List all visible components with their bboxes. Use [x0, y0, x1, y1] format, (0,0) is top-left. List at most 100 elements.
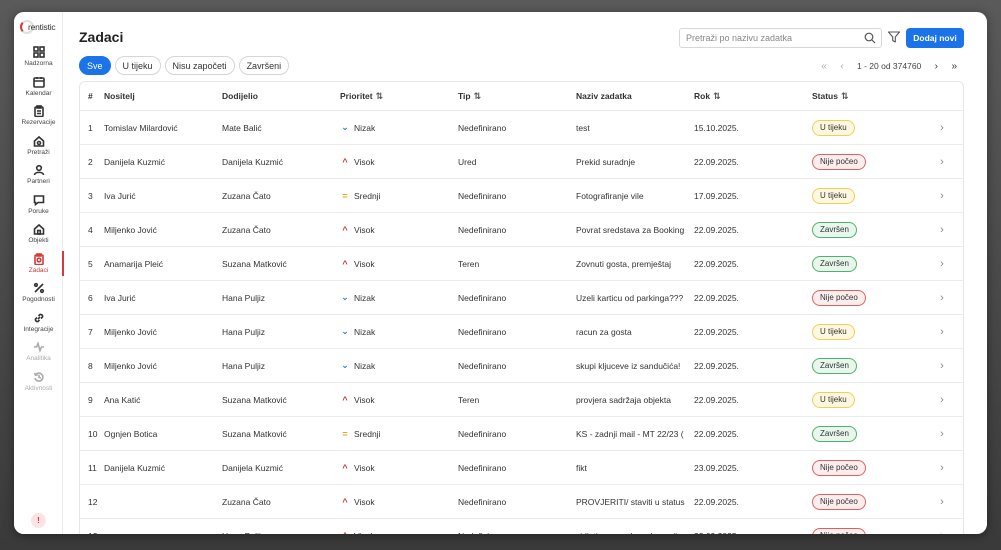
search-icon[interactable]: [864, 32, 876, 44]
status-badge: Nije počeo: [812, 493, 866, 510]
cell-status: Završen: [812, 425, 922, 442]
cell-tip: Nedefinirano: [458, 531, 576, 535]
cell-prioritet: ^ Visok: [340, 259, 458, 269]
cell-status: Završen: [812, 357, 922, 374]
table-row[interactable]: 4 Miljenko Jović Zuzana Čato ^ Visok Nedefini…: [80, 213, 963, 247]
chevron-right-icon[interactable]: ›: [922, 156, 962, 168]
col-header-rok[interactable]: Rok ⇅: [694, 91, 812, 102]
last-page-icon[interactable]: »: [945, 60, 963, 72]
task-name: PROVJERITI/ staviti u status: [576, 496, 685, 507]
task-name: Zovnuti gosta, premještaj: [576, 258, 671, 269]
activity-icon: [33, 341, 44, 354]
sidebar-item-pogodnosti[interactable]: Pogodnosti: [14, 278, 63, 308]
table-row[interactable]: 8 Miljenko Jović Hana Puljiz ⌄ Nizak Nedefini…: [80, 349, 963, 383]
table-row[interactable]: 5 Anamarija Pleić Suzana Matković ^ Visok Ter…: [80, 247, 963, 281]
pagination-text: 1 - 20 od 374760: [857, 61, 922, 71]
next-page-icon[interactable]: ›: [927, 60, 945, 72]
table-row[interactable]: 2 Danijela Kuzmić Danijela Kuzmić ^ Visok Ure…: [80, 145, 963, 179]
table-row[interactable]: 13 Hana Puljiz^ Visok Nedefiniranovidjeti s…: [80, 519, 963, 534]
sidebar-item-zadaci[interactable]: Zadaci: [14, 249, 64, 279]
task-name: racun za gosta: [576, 326, 632, 337]
cell-naziv: Uzeli karticu od parkinga???: [576, 293, 694, 303]
table-row[interactable]: 10 Ognjen Botica Suzana Matković = Srednji Ne…: [80, 417, 963, 451]
tab-3[interactable]: Završeni: [238, 56, 290, 75]
logo[interactable]: rentistic: [20, 16, 56, 38]
cell-tip: Nedefinirano: [458, 224, 507, 235]
table-row[interactable]: 6 Iva Jurić Hana Puljiz ⌄ Nizak Nedefinirano U…: [80, 281, 963, 315]
sort-icon[interactable]: ⇅: [376, 91, 384, 102]
table-row[interactable]: 12 Zuzana Čato ^ Visok Nedefinirano PROVJERIT…: [80, 485, 963, 519]
chevron-right-icon[interactable]: ›: [922, 292, 962, 304]
device-frame: rentistic Nadzorna Kalendar Rezervacije Pre…: [0, 0, 1001, 550]
chevron-right-icon[interactable]: ›: [922, 224, 962, 236]
sidebar-item-label: Objekti: [28, 237, 49, 245]
chevron-right-icon[interactable]: ›: [922, 394, 962, 406]
cell-tip: Nedefinirano: [458, 292, 507, 303]
priority-label: Visok: [354, 258, 375, 269]
priority-label: Visok: [354, 156, 375, 167]
cell-nositelj: Miljenko Jović: [104, 224, 157, 235]
tab-0[interactable]: Sve: [79, 56, 111, 75]
sidebar-item-nadzorna[interactable]: Nadzorna: [14, 42, 63, 72]
sidebar-item-rezervacije[interactable]: Rezervacije: [14, 101, 63, 131]
add-new-button[interactable]: Dodaj novi: [906, 28, 964, 48]
chevron-right-icon[interactable]: ›: [922, 496, 962, 508]
chevron-right-icon[interactable]: ›: [922, 258, 962, 270]
sidebar-item-poruke[interactable]: Poruke: [14, 190, 63, 220]
chevron-right-icon[interactable]: ›: [922, 428, 962, 440]
tab-1[interactable]: U tijeku: [114, 56, 161, 75]
prev-page-icon[interactable]: ‹: [833, 60, 851, 72]
cell-tip: Teren: [458, 394, 480, 405]
table-row[interactable]: 7 Miljenko Jović Hana Puljiz ⌄ Nizak Nedefini…: [80, 315, 963, 349]
cell-num: 8: [88, 360, 93, 371]
cell-prioritet: ^ Visok: [340, 157, 458, 167]
col-header-status[interactable]: Status ⇅: [812, 91, 922, 102]
col-header-prioritet[interactable]: Prioritet ⇅: [340, 91, 458, 102]
cell-prioritet: ⌄ Nizak: [340, 122, 458, 133]
col-header-tip[interactable]: Tip ⇅: [458, 91, 576, 102]
sidebar-item-aktivnosti[interactable]: Aktivnosti: [14, 367, 63, 397]
status-badge: U tijeku: [812, 119, 855, 136]
chevron-right-icon[interactable]: ›: [922, 122, 962, 134]
cell-prioritet: ⌄ Nizak: [340, 326, 458, 337]
tasks-table: # Nositelj Dodijelio Prioritet ⇅ Tip ⇅ Naz…: [79, 81, 964, 534]
status-tabs: Sve U tijeku Nisu započeti Završeni: [79, 56, 290, 75]
status-badge: Nije počeo: [812, 153, 866, 170]
table-row[interactable]: 9 Ana Katić Suzana Matković ^ Visok Teren prov…: [80, 383, 963, 417]
cell-nositelj: Miljenko Jović: [104, 360, 157, 371]
table-row[interactable]: 1 Tomislav Milardović Mate Balić ⌄ Nizak Nede…: [80, 111, 963, 145]
alert-icon[interactable]: !: [31, 513, 46, 528]
chevron-right-icon[interactable]: ›: [922, 360, 962, 372]
chevron-right-icon[interactable]: ›: [922, 190, 962, 202]
sort-icon[interactable]: ⇅: [474, 91, 482, 102]
sidebar-item-integracije[interactable]: Integracije: [14, 308, 63, 338]
sort-icon[interactable]: ⇅: [713, 91, 721, 102]
cell-num: 3: [88, 190, 93, 201]
priority-low-icon: ⌄: [341, 326, 349, 336]
filter-icon[interactable]: [887, 30, 901, 44]
sidebar-item-kalendar[interactable]: Kalendar: [14, 72, 63, 102]
chevron-right-icon[interactable]: ›: [922, 326, 962, 338]
cell-tip: Nedefinirano: [458, 190, 507, 201]
sort-icon[interactable]: ⇅: [841, 91, 849, 102]
priority-high-icon: ^: [342, 462, 348, 473]
users-icon: [33, 165, 44, 176]
sidebar-item-objekti[interactable]: Objekti: [14, 219, 63, 249]
cell-rok: 17.09.2025.: [694, 190, 739, 201]
priority-low-icon: ⌄: [341, 122, 349, 132]
table-row[interactable]: 11 Danijela Kuzmić Danijela Kuzmić ^ Visok Ne…: [80, 451, 963, 485]
table-row[interactable]: 3 Iva Jurić Zuzana Čato = Srednji Nedefiniran…: [80, 179, 963, 213]
cell-tip: Teren: [458, 258, 480, 269]
first-page-icon[interactable]: «: [815, 60, 833, 72]
task-name: test: [576, 122, 590, 133]
chevron-right-icon[interactable]: ›: [922, 530, 962, 535]
tab-2[interactable]: Nisu započeti: [164, 56, 235, 75]
search-input[interactable]: [679, 28, 882, 48]
sidebar-item-analitika[interactable]: Analitika: [14, 337, 63, 367]
cell-dodijelio: Hana Puljiz: [222, 531, 340, 535]
priority-label: Nizak: [354, 292, 376, 303]
chevron-right-icon[interactable]: ›: [922, 462, 962, 474]
sidebar-item-partneri[interactable]: Partneri: [14, 160, 63, 190]
sidebar-item-pretraži[interactable]: Pretraži: [14, 131, 63, 161]
cell-status: Nije počeo: [812, 153, 922, 170]
